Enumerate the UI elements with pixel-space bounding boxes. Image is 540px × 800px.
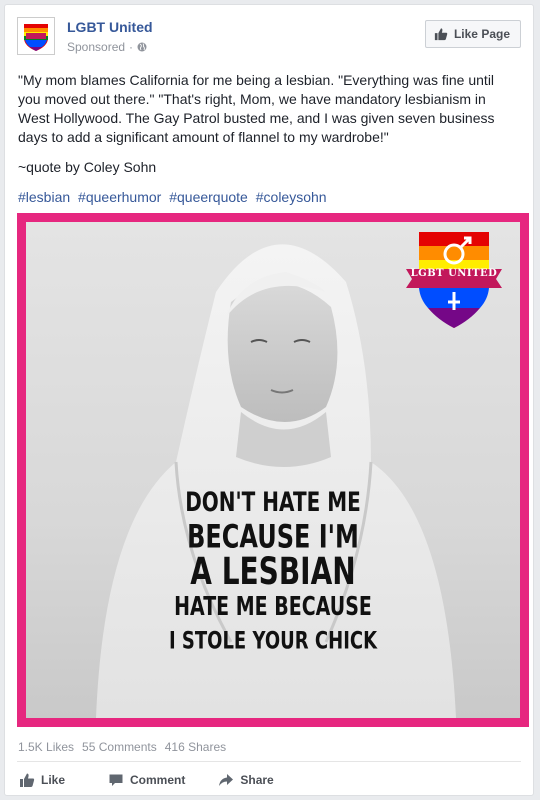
shirt-line: A LESBIAN [190, 548, 356, 594]
comments-count[interactable]: 55 Comments [82, 740, 157, 754]
sponsored-row: Sponsored · [67, 40, 147, 54]
page-name-link[interactable]: LGBT United [67, 19, 153, 35]
engagement-stats: 1.5K Likes 55 Comments 416 Shares [18, 740, 226, 754]
comment-button[interactable]: Comment [108, 772, 185, 788]
shirt-line: I STOLE YOUR CHICK [168, 627, 378, 656]
hashtag-link[interactable]: #queerhumor [78, 189, 161, 205]
share-button[interactable]: Share [218, 772, 274, 788]
like-page-button[interactable]: Like Page [424, 20, 521, 48]
thumbs-up-icon [20, 773, 35, 787]
like-button[interactable]: Like [19, 772, 65, 788]
rainbow-shield-icon [406, 232, 502, 328]
like-page-label: Like Page [453, 27, 510, 41]
hashtag-link[interactable]: #lesbian [18, 189, 70, 205]
shirt-line: DON'T HATE ME [185, 485, 361, 518]
post-attribution: ~quote by Coley Sohn [18, 159, 157, 175]
post-body: "My mom blames California for me being a… [18, 71, 517, 218]
rainbow-logo-icon [18, 18, 54, 54]
shares-count[interactable]: 416 Shares [165, 740, 226, 754]
post-photo: LGBT UNITED DON'T HATE ME BECAUSE I'M A … [26, 222, 520, 718]
divider [17, 761, 521, 762]
page-avatar[interactable] [17, 17, 55, 55]
post-header: LGBT United Sponsored · Like Page [15, 15, 523, 59]
sponsored-post-card: LGBT United Sponsored · Like Page "My mo… [4, 4, 534, 796]
thumbs-up-icon [434, 28, 448, 41]
likes-count[interactable]: 1.5K Likes [18, 740, 74, 754]
shirt-slogan: DON'T HATE ME BECAUSE I'M A LESBIAN HATE… [26, 484, 520, 660]
share-icon [219, 774, 234, 786]
shirt-line: HATE ME BECAUSE [174, 592, 372, 622]
hashtag-link[interactable]: #coleysohn [256, 189, 327, 205]
share-label: Share [240, 773, 274, 787]
globe-icon[interactable] [137, 42, 147, 52]
post-quote: "My mom blames California for me being a… [18, 72, 495, 145]
lgbt-united-badge: LGBT UNITED [404, 224, 504, 334]
separator-dot: · [129, 40, 134, 54]
badge-label: LGBT UNITED [410, 268, 498, 279]
like-label: Like [41, 773, 66, 787]
hashtag-list: #lesbian #queerhumor #queerquote #coleys… [18, 188, 517, 207]
post-actions: Like Comment Share [19, 769, 274, 791]
post-image-frame[interactable]: LGBT UNITED DON'T HATE ME BECAUSE I'M A … [17, 213, 529, 727]
hashtag-link[interactable]: #queerquote [169, 189, 248, 205]
comment-icon [109, 774, 123, 786]
comment-label: Comment [130, 773, 186, 787]
sponsored-label[interactable]: Sponsored [67, 40, 125, 54]
